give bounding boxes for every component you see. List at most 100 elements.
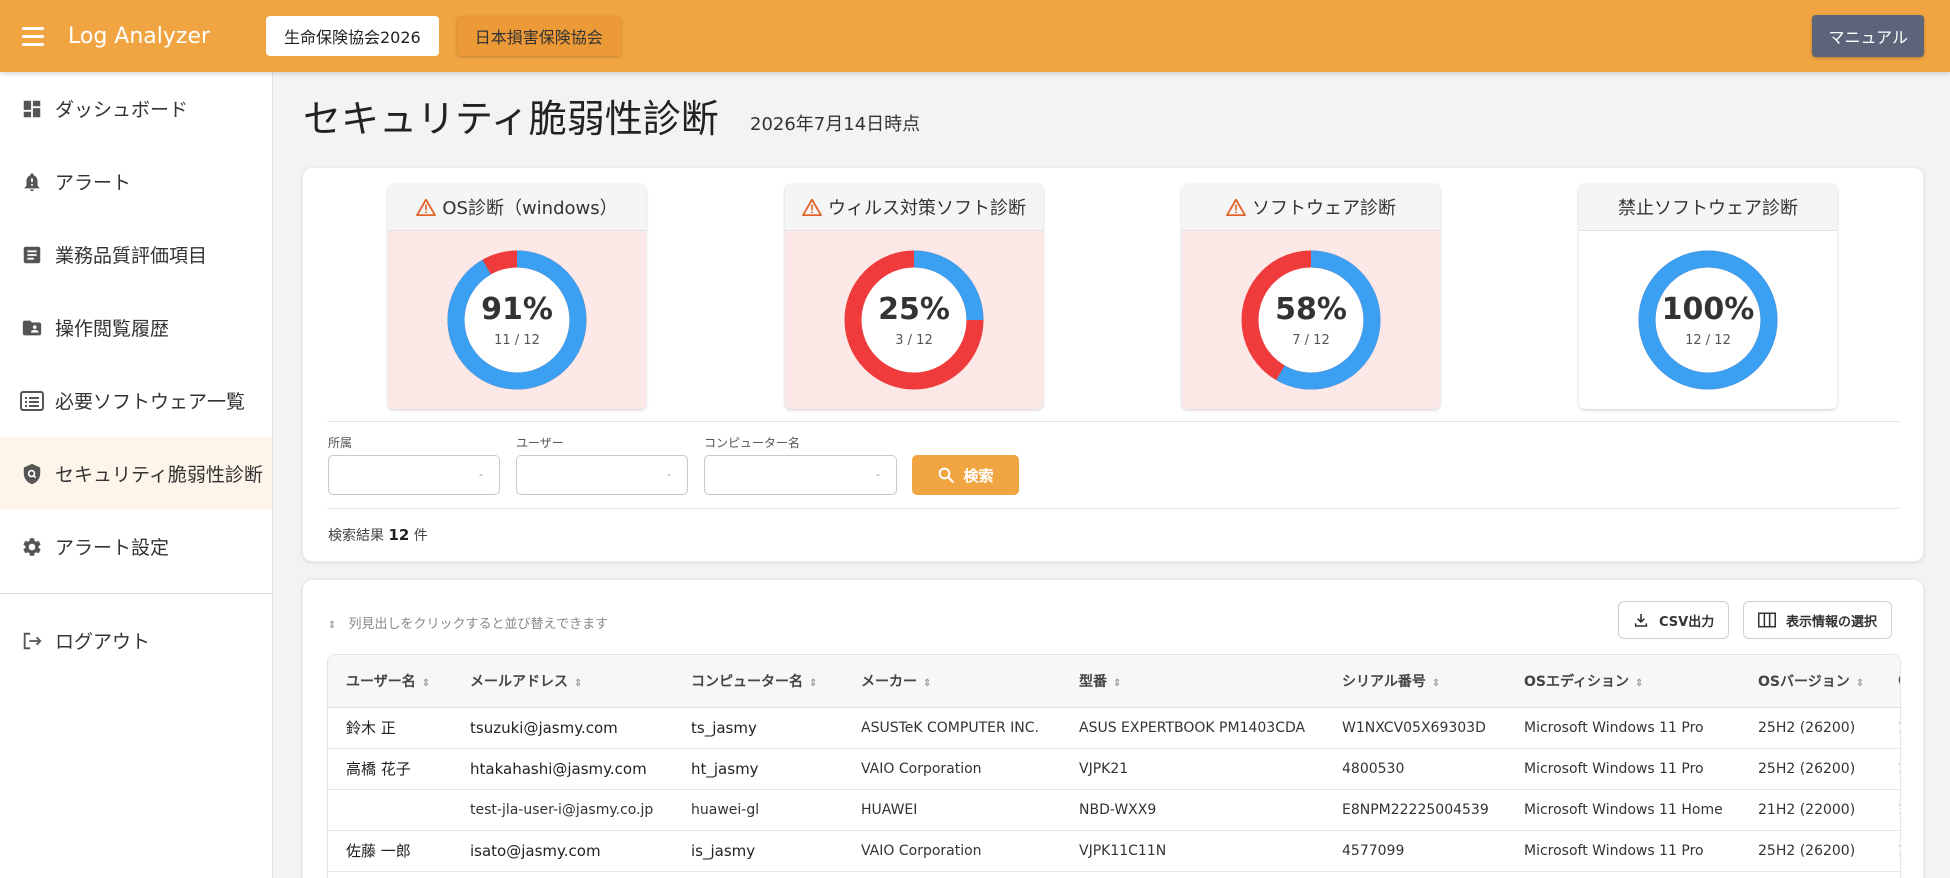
search-icon — [939, 467, 955, 483]
cell-os-version: 21H2 (22000) — [1758, 801, 1856, 818]
gear-icon — [20, 535, 44, 559]
col-header-maker[interactable]: メーカー ⇕ — [843, 655, 1061, 708]
search-button[interactable]: 検索 — [912, 455, 1019, 495]
sidebar-item-security[interactable]: セキュリティ脆弱性診断 — [0, 437, 272, 510]
diag-fraction: 3 / 12 — [895, 332, 933, 348]
logout-label: ログアウト — [55, 631, 151, 653]
diagnostics-card: OS診断（windows） 91% 11 / 12 ウィルス対策ソフト診断 25… — [302, 167, 1924, 562]
divider — [327, 421, 1899, 422]
sort-icon: ⇕ — [809, 677, 818, 689]
sidebar-item-history[interactable]: 操作閲覧履歴 — [0, 291, 272, 364]
diag-card-software: ソフトウェア診断 58% 7 / 12 — [1182, 184, 1440, 409]
col-header-serial[interactable]: シリアル番号 ⇕ — [1324, 655, 1506, 708]
table-row[interactable]: 佐藤 一郎 isato@jasmy.com is_jasmy VAIO Corp… — [328, 830, 1900, 871]
diag-fraction: 7 / 12 — [1292, 332, 1330, 348]
download-icon — [1634, 614, 1648, 627]
sidebar-item-dashboard[interactable]: ダッシュボード — [0, 72, 272, 145]
cell-more: 1 — [1880, 830, 1900, 871]
csv-export-button[interactable]: CSV出力 — [1618, 601, 1730, 639]
col-header-computer[interactable]: コンピューター名 ⇕ — [673, 655, 843, 708]
col-header-user[interactable]: ユーザー名 ⇕ — [328, 655, 452, 708]
page-title: セキュリティ脆弱性診断 — [303, 97, 719, 141]
cell-more: 1 — [1880, 707, 1900, 748]
cell-email: htakahashi@jasmy.com — [470, 759, 647, 778]
cell-os-edition: Microsoft Windows 11 Home — [1524, 801, 1723, 818]
diag-title: ソフトウェア診断 — [1252, 198, 1396, 219]
col-header-email[interactable]: メールアドレス ⇕ — [452, 655, 673, 708]
table-row[interactable]: 高橋 花子 htakahashi@jasmy.com ht_jasmy VAIO… — [328, 748, 1900, 789]
csv-export-label: CSV出力 — [1659, 614, 1715, 630]
page-date: 2026年7月14日時点 — [750, 114, 921, 135]
divider — [327, 508, 1899, 509]
sidebar-item-alert-settings[interactable]: アラート設定 — [0, 510, 272, 583]
cell-computer: is_jasmy — [691, 841, 756, 860]
sidebar-item-alert[interactable]: アラート — [0, 145, 272, 218]
computer-select[interactable]: - — [704, 455, 897, 495]
result-suffix: 件 — [413, 528, 428, 544]
cell-more: 1 — [1880, 789, 1900, 830]
org-tab-seiho[interactable]: 生命保険協会2026 — [266, 16, 439, 56]
sidebar-item-label: アラート設定 — [55, 537, 170, 559]
sort-icon: ⇕ — [1113, 677, 1122, 689]
manual-button[interactable]: マニュアル — [1812, 15, 1924, 57]
result-number: 12 — [388, 526, 410, 544]
cell-model: NBD-WXX9 — [1079, 801, 1157, 818]
affiliation-select[interactable]: - — [328, 455, 500, 495]
caret-icon: - — [876, 468, 880, 481]
sort-icon: ⇕ — [1635, 677, 1644, 689]
sidebar-item-label: アラート — [55, 172, 132, 194]
user-select[interactable]: - — [516, 455, 688, 495]
diag-header: ソフトウェア診断 — [1182, 184, 1440, 231]
diag-card-os: OS診断（windows） 91% 11 / 12 — [388, 184, 646, 409]
sort-icon: ⇕ — [421, 677, 431, 689]
cell-model: ASUS EXPERTBOOK PM1403CDA — [1079, 719, 1306, 736]
menu-icon[interactable] — [22, 26, 52, 46]
cell-model: VJPK21 — [1079, 760, 1129, 777]
sort-icon: ⇕ — [1855, 677, 1865, 689]
cell-serial: 4800530 — [1342, 760, 1405, 777]
cell-more: 1 — [1880, 748, 1900, 789]
column-select-label: 表示情報の選択 — [1786, 614, 1878, 630]
results-card: ⇕ 列見出しをクリックすると並び替えできます CSV出力 表示情報の選択 ユーザ… — [302, 579, 1924, 878]
diag-percent: 91% — [481, 291, 553, 327]
column-select-button[interactable]: 表示情報の選択 — [1743, 601, 1893, 639]
affiliation-label: 所属 — [328, 436, 353, 450]
cell-serial: 4577099 — [1342, 842, 1405, 859]
app-title: Log Analyzer — [68, 23, 211, 49]
cell-user: 高橋 花子 — [346, 760, 411, 778]
col-header-os-version[interactable]: OSバージョン ⇕ — [1740, 655, 1880, 708]
donut-chart: 100% 12 / 12 — [1638, 250, 1778, 390]
cell-serial: W1NXCV05X69303D — [1342, 719, 1486, 736]
diag-title: ウィルス対策ソフト診断 — [828, 198, 1026, 219]
computer-label: コンピューター名 — [704, 436, 801, 450]
table-row[interactable]: test-jla-user-i@jasmy.co.jp huawei-gl HU… — [328, 789, 1900, 830]
cell-computer: ht_jasmy — [691, 759, 759, 778]
logout-button[interactable]: ログアウト — [0, 604, 272, 677]
col-header-more[interactable]: O — [1880, 655, 1900, 708]
org-tab-sonpo[interactable]: 日本損害保険協会 — [456, 16, 621, 56]
diag-card-antivirus: ウィルス対策ソフト診断 25% 3 / 12 — [785, 184, 1043, 409]
sort-icon: ⇕ — [574, 677, 583, 689]
diag-title: OS診断（windows） — [442, 198, 618, 219]
col-header-os-edition[interactable]: OSエディション ⇕ — [1506, 655, 1740, 708]
cell-maker: VAIO Corporation — [861, 842, 982, 859]
diag-percent: 100% — [1661, 291, 1755, 327]
dashboard-icon — [20, 97, 44, 121]
columns-icon — [1758, 612, 1776, 628]
diag-card-prohibited: 禁止ソフトウェア診断 100% 12 / 12 — [1579, 184, 1837, 409]
sidebar-item-label: 業務品質評価項目 — [55, 245, 208, 267]
app-header: Log Analyzer 生命保険協会2026 日本損害保険協会 マニュアル — [0, 0, 1950, 72]
diag-header: OS診断（windows） — [388, 184, 646, 231]
cell-os-edition: Microsoft Windows 11 Pro — [1524, 719, 1704, 736]
col-header-model[interactable]: 型番 ⇕ — [1061, 655, 1324, 708]
sidebar-item-quality[interactable]: 業務品質評価項目 — [0, 218, 272, 291]
cell-model: VJPK11C11N — [1079, 842, 1167, 859]
table-row[interactable]: 鈴木 正 tsuzuki@jasmy.com ts_jasmy ASUSTeK … — [328, 707, 1900, 748]
cell-user — [328, 789, 452, 830]
diag-title: 禁止ソフトウェア診断 — [1618, 198, 1798, 219]
logout-icon — [20, 629, 44, 653]
sidebar-item-software-list[interactable]: 必要ソフトウェア一覧 — [0, 364, 272, 437]
cell-os-version: 25H2 (26200) — [1758, 760, 1856, 777]
sidebar-item-label: セキュリティ脆弱性診断 — [55, 464, 263, 486]
donut-chart: 25% 3 / 12 — [844, 250, 984, 390]
